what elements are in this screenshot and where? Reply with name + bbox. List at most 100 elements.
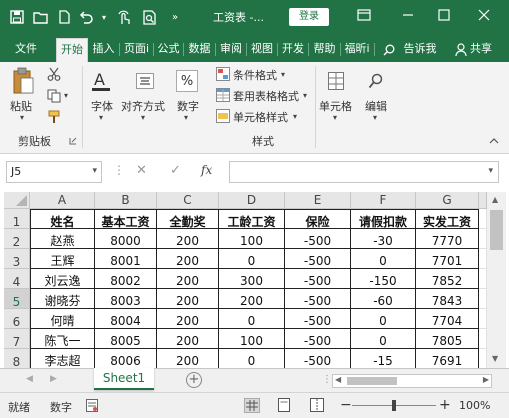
find-icon[interactable] — [366, 70, 386, 92]
tab-help[interactable]: 帮助 — [309, 38, 340, 62]
row-header-7[interactable]: 7 — [4, 329, 30, 349]
tab-foxit[interactable]: 福昕i — [341, 38, 373, 62]
table-cell[interactable]: 7805 — [416, 329, 479, 349]
login-button[interactable]: 登录 — [289, 8, 329, 26]
conditional-format-icon[interactable] — [216, 67, 230, 81]
ribbon-display-options-icon[interactable] — [352, 7, 376, 27]
row-header-5[interactable]: 5 — [4, 289, 30, 309]
table-cell[interactable]: -500 — [285, 249, 351, 269]
table-cell[interactable]: 0 — [219, 249, 285, 269]
column-header-d[interactable]: D — [219, 192, 285, 209]
chevron-down-icon[interactable]: ▾ — [303, 91, 307, 100]
expand-formula-bar-icon[interactable]: ▾ — [488, 166, 493, 176]
header-cell[interactable]: 保险 — [285, 209, 351, 229]
table-cell[interactable]: 8004 — [95, 309, 157, 329]
normal-view-icon[interactable] — [244, 398, 260, 413]
table-cell[interactable]: 0 — [219, 349, 285, 368]
tab-file[interactable]: 文件 — [8, 38, 44, 62]
cells-label[interactable]: 单元格 — [319, 98, 352, 114]
column-header-e[interactable]: E — [285, 192, 351, 209]
more-commands-icon[interactable]: » — [166, 7, 184, 27]
minimize-icon[interactable] — [396, 7, 420, 27]
table-cell[interactable]: -150 — [351, 269, 416, 289]
table-cell[interactable]: 谢晓芬 — [30, 289, 95, 309]
table-cell[interactable]: 300 — [219, 269, 285, 289]
scroll-down-icon[interactable]: ▼ — [492, 354, 498, 363]
table-cell[interactable]: 8002 — [95, 269, 157, 289]
insert-function-icon[interactable]: fx — [201, 163, 212, 177]
table-cell[interactable]: 200 — [157, 329, 219, 349]
zoom-out-button[interactable]: − — [340, 397, 352, 413]
cell-style-button[interactable]: 单元格样式 — [233, 109, 288, 125]
table-cell[interactable]: 赵燕 — [30, 229, 95, 249]
table-cell[interactable]: 200 — [157, 289, 219, 309]
table-cell[interactable]: 0 — [219, 309, 285, 329]
page-layout-view-icon[interactable] — [277, 398, 293, 413]
tab-review[interactable]: 审阅 — [216, 38, 246, 62]
table-cell[interactable]: -500 — [285, 309, 351, 329]
table-cell[interactable]: 0 — [351, 249, 416, 269]
table-format-button[interactable]: 套用表格格式 — [233, 88, 299, 104]
column-header-a[interactable]: A — [30, 192, 95, 209]
conditional-format-button[interactable]: 条件格式 — [233, 67, 277, 83]
table-cell[interactable]: 7852 — [416, 269, 479, 289]
table-cell[interactable]: 刘云逸 — [30, 269, 95, 289]
table-cell[interactable] — [479, 229, 487, 249]
font-icon[interactable]: A — [89, 68, 113, 94]
page-break-view-icon[interactable] — [310, 398, 326, 413]
table-cell[interactable]: 7770 — [416, 229, 479, 249]
percent-icon[interactable]: % — [176, 70, 198, 92]
header-cell[interactable]: 基本工资 — [95, 209, 157, 229]
table-cell[interactable]: -500 — [285, 349, 351, 368]
table-cell[interactable]: 200 — [219, 289, 285, 309]
table-cell[interactable]: 200 — [157, 349, 219, 368]
zoom-slider-thumb[interactable] — [392, 400, 396, 411]
new-file-icon[interactable] — [54, 7, 74, 27]
dialog-launcher-icon[interactable] — [68, 136, 77, 145]
header-cell[interactable]: 请假扣款 — [351, 209, 416, 229]
zoom-level[interactable]: 100% — [459, 399, 490, 412]
table-cell[interactable]: 200 — [157, 229, 219, 249]
zoom-slider[interactable] — [352, 400, 436, 411]
table-cell[interactable]: 0 — [351, 329, 416, 349]
tab-home[interactable]: 开始 — [56, 38, 88, 62]
scroll-up-icon[interactable]: ▲ — [492, 195, 498, 204]
table-cell[interactable]: 何晴 — [30, 309, 95, 329]
table-cell[interactable]: 200 — [157, 309, 219, 329]
chevron-down-icon[interactable]: ▾ — [373, 113, 377, 122]
header-cell[interactable]: 姓名 — [30, 209, 95, 229]
table-format-icon[interactable] — [216, 88, 230, 102]
save-icon[interactable] — [6, 7, 28, 27]
table-cell[interactable]: 100 — [219, 229, 285, 249]
table-cell[interactable] — [479, 329, 487, 349]
open-folder-icon[interactable] — [30, 7, 52, 27]
column-header-c[interactable]: C — [157, 192, 219, 209]
tab-formulas[interactable]: 公式 — [154, 38, 183, 62]
row-header-2[interactable]: 2 — [4, 229, 30, 249]
chevron-down-icon[interactable]: ▾ — [293, 112, 297, 121]
share-button[interactable]: 共享 — [470, 38, 504, 62]
table-cell[interactable]: 7691 — [416, 349, 479, 368]
row-header-8[interactable]: 8 — [4, 349, 30, 368]
worksheet-grid[interactable]: ▲ ▼ A B C D E F G 1 姓名 基本工资 全勤奖 工龄工资 保险 请假扣款 实发工资 2 赵燕 80… — [0, 192, 509, 368]
chevron-down-icon[interactable]: ▾ — [141, 113, 145, 122]
share-person-icon[interactable] — [454, 42, 468, 58]
tell-me-box[interactable]: 告诉我 — [399, 38, 441, 62]
chevron-down-icon[interactable]: ▾ — [20, 113, 24, 122]
row-header-4[interactable]: 4 — [4, 269, 30, 289]
table-cell[interactable]: 0 — [351, 309, 416, 329]
copy-icon[interactable] — [46, 88, 62, 104]
table-cell[interactable]: -500 — [285, 289, 351, 309]
scroll-right-icon[interactable]: ▶ — [483, 375, 489, 384]
table-cell[interactable]: 8006 — [95, 349, 157, 368]
alignment-label[interactable]: 对齐方式 — [121, 98, 165, 114]
paste-label[interactable]: 粘贴 — [10, 98, 32, 114]
collapse-ribbon-icon[interactable] — [488, 136, 500, 146]
header-cell[interactable]: 实发工资 — [416, 209, 479, 229]
touch-mode-icon[interactable] — [112, 7, 136, 27]
sheet-tab-sheet1[interactable]: Sheet1 — [94, 368, 154, 390]
table-cell[interactable]: -30 — [351, 229, 416, 249]
table-cell[interactable]: 7701 — [416, 249, 479, 269]
tab-data[interactable]: 数据 — [184, 38, 215, 62]
close-icon[interactable] — [472, 7, 496, 27]
